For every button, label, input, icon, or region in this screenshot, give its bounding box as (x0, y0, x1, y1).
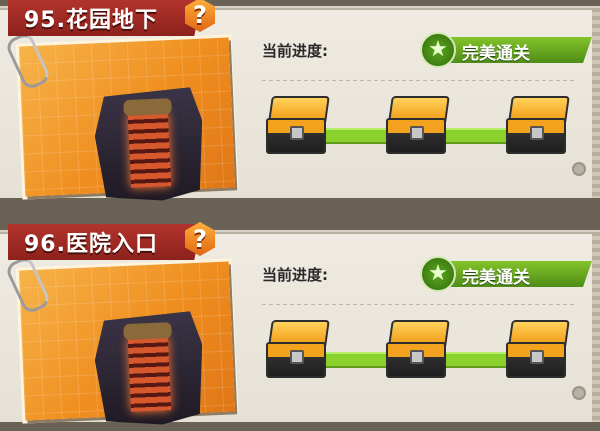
chest-icon[interactable] (266, 320, 330, 382)
status-text: 完美通关 (462, 44, 530, 64)
chest-icon[interactable] (506, 320, 570, 382)
indicator-dot (572, 386, 586, 400)
level-title: 96.医院入口 (24, 232, 158, 257)
level-card[interactable]: 96.医院入口 ? 当前进度: ★ 完美通关 (0, 222, 600, 422)
indicator-dot (572, 162, 586, 176)
level-title-tab: 96.医院入口 (8, 224, 202, 260)
dungeon-gate-icon (93, 87, 206, 204)
chest-icon[interactable] (506, 96, 570, 158)
level-thumbnail[interactable] (18, 37, 236, 196)
progress-label: 当前进度: (262, 266, 328, 284)
divider (262, 304, 574, 305)
chest-icon[interactable] (386, 320, 450, 382)
star-icon: ★ (420, 256, 456, 292)
chest-icon[interactable] (266, 96, 330, 158)
progress-label: 当前进度: (262, 42, 328, 60)
chest-icon[interactable] (386, 96, 450, 158)
level-title: 95.花园地下 (24, 8, 158, 33)
level-thumbnail[interactable] (18, 261, 236, 420)
level-card[interactable]: 95.花园地下 ? 当前进度: ★ 完美通关 (0, 0, 600, 198)
divider (262, 80, 574, 81)
dungeon-gate-icon (93, 311, 206, 428)
level-title-tab: 95.花园地下 (8, 0, 202, 36)
status-text: 完美通关 (462, 268, 530, 288)
star-icon: ★ (420, 32, 456, 68)
